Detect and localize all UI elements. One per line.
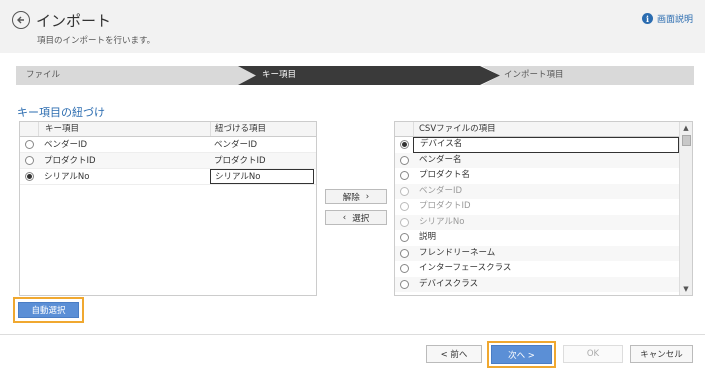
csv-items-table: CSVファイルの項目 デバイス名 ベンダー名プロダクト名 ベンダーID プロダクトID… (394, 121, 693, 296)
list-item[interactable]: ベンダーID (395, 183, 679, 199)
auto-select-button[interactable]: 自動選択 (18, 302, 79, 318)
row-radio-selected[interactable] (399, 140, 409, 150)
row-radio[interactable] (399, 155, 409, 165)
ok-button[interactable]: OK (563, 345, 623, 363)
csv-item-name: フレンドリーネーム (419, 247, 496, 258)
row-radio[interactable] (399, 233, 409, 243)
release-button[interactable]: 解除 › (325, 189, 387, 204)
row-radio[interactable] (24, 156, 34, 165)
list-item[interactable]: インターフェースクラス (395, 261, 679, 277)
select-button[interactable]: ‹ 選択 (325, 210, 387, 225)
scroll-down-icon[interactable]: ▼ (680, 283, 692, 295)
row-radio[interactable] (24, 140, 34, 149)
csv-item-name: インターフェースクラス (419, 263, 512, 273)
csv-item-name: プロダクト名 (419, 170, 471, 180)
chevron-right-icon: › (365, 191, 370, 202)
radio-column-header (20, 122, 38, 136)
list-item[interactable]: 説明 (395, 230, 679, 246)
row-radio[interactable] (399, 217, 409, 227)
row-radio[interactable] (399, 264, 409, 274)
list-item[interactable]: プロダクト名 (395, 168, 679, 184)
mapped-cell: プロダクトID (214, 156, 266, 166)
key-cell: ベンダーID (44, 140, 88, 150)
select-label: 選択 (352, 213, 370, 224)
table-row[interactable]: プロダクトID プロダクトID (20, 153, 316, 169)
table-row[interactable]: ベンダーID ベンダーID (20, 137, 316, 153)
mapped-cell: ベンダーID (214, 140, 258, 150)
list-item[interactable]: シリアルNo (395, 214, 679, 230)
scroll-up-icon[interactable]: ▲ (680, 122, 692, 134)
auto-select-highlight: 自動選択 (13, 297, 84, 323)
table-row[interactable]: シリアルNo シリアルNo (20, 169, 316, 185)
column-header-mapped: 紐づける項目 (210, 122, 316, 136)
csv-item-name: デバイスクラス (419, 278, 479, 289)
list-item[interactable]: ベンダー名 (395, 152, 679, 168)
help-link[interactable]: i 画面説明 (641, 12, 693, 25)
table-header: キー項目 紐づける項目 (20, 122, 316, 137)
back-arrow-icon[interactable] (12, 11, 30, 29)
csv-item-name: デバイス名 (413, 137, 679, 153)
list-item[interactable]: フレンドリーネーム (395, 245, 679, 261)
row-radio[interactable] (399, 186, 409, 196)
next-button[interactable]: 次へ > (491, 345, 552, 364)
row-radio[interactable] (399, 171, 409, 181)
footer-divider (0, 334, 705, 335)
page-subtitle: 項目のインポートを行います。 (37, 36, 156, 46)
step-import-items: インポート項目 (482, 66, 694, 85)
step-file: ファイル (16, 66, 256, 85)
row-radio[interactable] (399, 202, 409, 212)
list-item[interactable]: デバイスクラス (395, 276, 679, 292)
cancel-button[interactable]: キャンセル (630, 345, 693, 363)
section-title: キー項目の紐づけ (17, 106, 105, 119)
csv-item-name: ベンダー名 (419, 154, 462, 165)
column-header-csv: CSVファイルの項目 (395, 122, 679, 137)
key-mapping-table: キー項目 紐づける項目 ベンダーID ベンダーID プロダクトID プロダクトI… (19, 121, 317, 296)
key-cell: プロダクトID (44, 156, 96, 166)
row-radio-selected[interactable] (24, 172, 34, 181)
help-label: 画面説明 (656, 15, 693, 25)
chevron-left-icon: ‹ (342, 212, 347, 223)
column-header-key: キー項目 (38, 122, 210, 136)
release-label: 解除 (342, 192, 360, 203)
csv-item-name: 説明 (419, 232, 437, 242)
csv-item-name: シリアルNo (419, 216, 465, 227)
list-item[interactable]: デバイス名 (395, 137, 679, 153)
next-highlight: 次へ > (487, 341, 556, 368)
info-icon: i (641, 13, 653, 24)
scroll-thumb[interactable] (682, 135, 691, 146)
step-key-items: キー項目 (238, 66, 500, 85)
list-item[interactable]: プロダクトID (395, 199, 679, 215)
wizard-steps: ファイル インポート項目 キー項目 (16, 66, 694, 85)
csv-item-name: ベンダーID (419, 185, 463, 196)
key-cell: シリアルNo (44, 172, 90, 182)
page-header: インポート 項目のインポートを行います。 i 画面説明 (0, 0, 705, 53)
mapped-cell: シリアルNo (210, 169, 314, 184)
prev-button[interactable]: < 前へ (426, 345, 482, 363)
scrollbar[interactable]: ▲ ▼ (679, 122, 692, 295)
row-radio[interactable] (399, 248, 409, 258)
page-title: インポート (36, 12, 112, 30)
row-radio[interactable] (399, 279, 409, 289)
csv-item-name: プロダクトID (419, 201, 471, 211)
